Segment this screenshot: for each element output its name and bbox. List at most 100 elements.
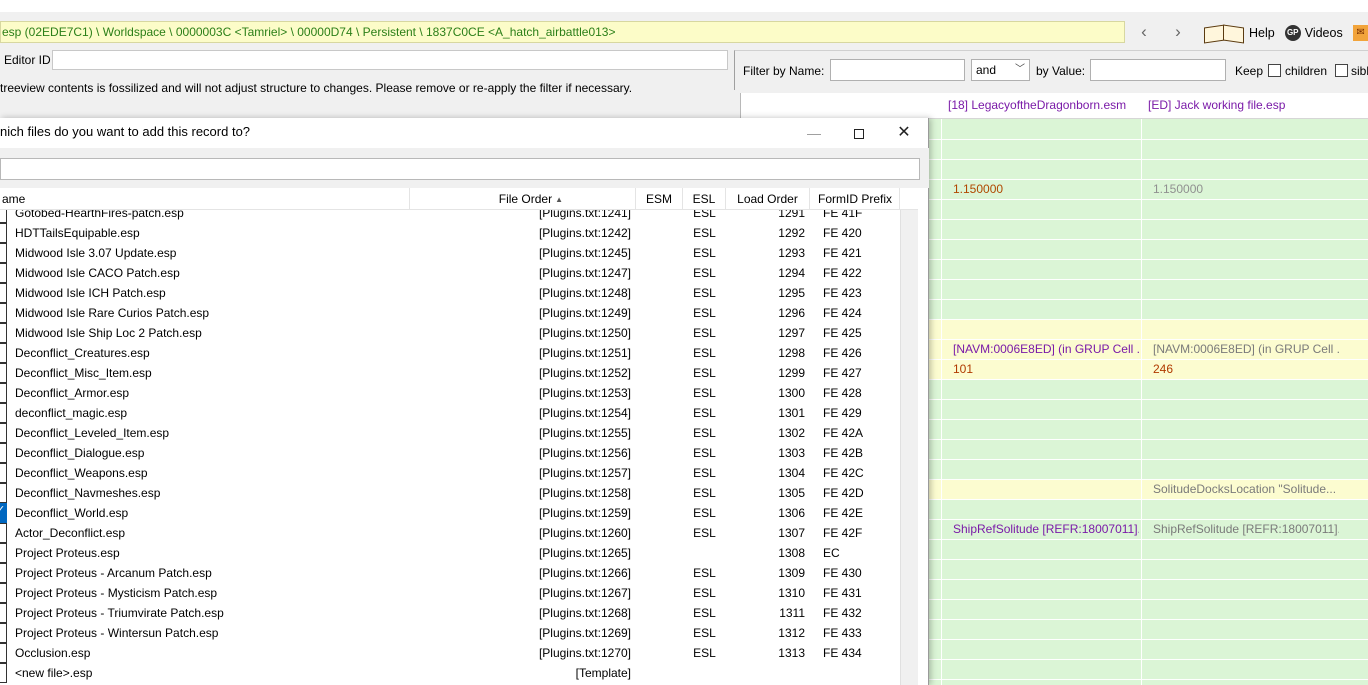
grid-cell[interactable]	[1153, 120, 1339, 139]
help-link[interactable]: Help	[1249, 26, 1275, 40]
vertical-scrollbar[interactable]	[900, 210, 918, 685]
list-item[interactable]: Deconflict_Weapons.esp [Plugins.txt:1257]…	[0, 463, 900, 483]
plugin-checkbox[interactable]	[0, 283, 7, 303]
grid-cell[interactable]: ShipRefSolitude [REFR:18007011]...	[1153, 520, 1339, 539]
grid-cell[interactable]	[953, 660, 1139, 679]
grid-cell[interactable]	[1153, 200, 1339, 219]
grid-cell[interactable]	[1153, 600, 1339, 619]
grid-cell[interactable]	[953, 120, 1139, 139]
grid-cell[interactable]	[953, 440, 1139, 459]
list-item[interactable]: Project Proteus.esp [Plugins.txt:1265] 130…	[0, 543, 900, 563]
list-item[interactable]: Deconflict_Armor.esp [Plugins.txt:1253] ES…	[0, 383, 900, 403]
filter-name-input[interactable]	[830, 59, 965, 81]
grid-cell[interactable]	[1153, 160, 1339, 179]
grid-cell[interactable]	[953, 160, 1139, 179]
grid-cell[interactable]	[1153, 380, 1339, 399]
minimize-button[interactable]: —	[792, 119, 836, 147]
list-item[interactable]: Actor_Deconflict.esp [Plugins.txt:1260] ES…	[0, 523, 900, 543]
plugin-checkbox[interactable]	[0, 263, 7, 283]
list-item[interactable]: Deconflict_Leveled_Item.esp [Plugins.txt:…	[0, 423, 900, 443]
plugin-checkbox[interactable]	[0, 563, 7, 583]
plugin-column-header[interactable]: [ED] Jack working file.esp	[1148, 98, 1285, 112]
grid-cell[interactable]	[1153, 500, 1339, 519]
list-item[interactable]: Midwood Isle 3.07 Update.esp [Plugins.txt…	[0, 243, 900, 263]
patreon-icon[interactable]: ✉	[1352, 25, 1368, 41]
plugin-checkbox[interactable]	[0, 543, 7, 563]
grid-cell[interactable]: [NAVM:0006E8ED] (in GRUP Cell ...	[1153, 340, 1339, 359]
plugin-checkbox[interactable]	[0, 603, 7, 623]
list-item[interactable]: Deconflict_Creatures.esp [Plugins.txt:125…	[0, 343, 900, 363]
plugin-checkbox[interactable]	[0, 463, 7, 483]
plugin-checkbox[interactable]	[0, 403, 7, 423]
plugin-checkbox[interactable]	[0, 523, 7, 543]
plugin-checkbox[interactable]	[0, 443, 7, 463]
list-item[interactable]: Midwood Isle ICH Patch.esp [Plugins.txt:1…	[0, 283, 900, 303]
grid-cell[interactable]	[953, 240, 1139, 259]
plugin-checkbox[interactable]	[0, 500, 7, 523]
plugin-checkbox[interactable]	[0, 243, 7, 263]
grid-cell[interactable]	[953, 480, 1139, 499]
list-item[interactable]: Deconflict_Navmeshes.esp [Plugins.txt:125…	[0, 483, 900, 503]
editor-id-input[interactable]	[52, 50, 728, 70]
column-header-esm[interactable]: ESM	[636, 188, 683, 210]
grid-cell[interactable]	[1153, 460, 1339, 479]
grid-cell[interactable]	[953, 500, 1139, 519]
grid-cell[interactable]	[1153, 300, 1339, 319]
column-header-file-order[interactable]: File Order ▲	[410, 188, 636, 210]
maximize-button[interactable]	[837, 119, 881, 147]
grid-cell[interactable]	[953, 540, 1139, 559]
plugin-checkbox[interactable]	[0, 363, 7, 383]
grid-cell[interactable]	[953, 300, 1139, 319]
list-item[interactable]: Deconflict_Dialogue.esp [Plugins.txt:1256…	[0, 443, 900, 463]
grid-cell[interactable]	[953, 620, 1139, 639]
grid-cell[interactable]: 101	[953, 360, 1139, 379]
column-header-load-order[interactable]: Load Order	[726, 188, 810, 210]
keep-children-checkbox[interactable]	[1268, 64, 1281, 77]
close-button[interactable]: ✕	[882, 119, 926, 147]
grid-cell[interactable]: [NAVM:0006E8ED] (in GRUP Cell ...	[953, 340, 1139, 359]
plugin-checkbox[interactable]	[0, 423, 7, 443]
plugin-checkbox[interactable]	[0, 343, 7, 363]
grid-cell[interactable]	[953, 640, 1139, 659]
record-path-bar[interactable]: esp (02EDE7C1) \ Worldspace \ 0000003C <…	[0, 21, 1125, 43]
grid-cell[interactable]	[1153, 280, 1339, 299]
dialog-filter-input[interactable]	[0, 158, 920, 180]
list-item[interactable]: Project Proteus - Mysticism Patch.esp [Pl…	[0, 583, 900, 603]
grid-cell[interactable]: SolitudeDocksLocation "Solitude...	[1153, 480, 1339, 499]
grid-cell[interactable]	[1153, 240, 1339, 259]
filter-value-input[interactable]	[1090, 59, 1226, 81]
grid-cell[interactable]	[1153, 560, 1339, 579]
grid-cell[interactable]	[953, 380, 1139, 399]
grid-cell[interactable]: ShipRefSolitude [REFR:18007011]...	[953, 520, 1139, 539]
grid-cell[interactable]	[1153, 140, 1339, 159]
gp-icon[interactable]: GP	[1284, 25, 1301, 41]
grid-cell[interactable]	[953, 420, 1139, 439]
filter-operator-select[interactable]: and ﹀	[971, 59, 1030, 81]
grid-cell[interactable]	[1153, 420, 1339, 439]
grid-cell[interactable]	[1153, 400, 1339, 419]
plugin-checkbox[interactable]	[0, 583, 7, 603]
grid-cell[interactable]: 1.150000	[1153, 180, 1339, 199]
plugin-checkbox[interactable]	[0, 383, 7, 403]
grid-cell[interactable]	[953, 320, 1139, 339]
grid-cell[interactable]	[953, 140, 1139, 159]
grid-cell[interactable]	[1153, 660, 1339, 679]
grid-cell[interactable]	[953, 280, 1139, 299]
grid-cell[interactable]	[1153, 220, 1339, 239]
column-header-name[interactable]: ame	[0, 188, 410, 210]
list-item[interactable]: Project Proteus - Triumvirate Patch.esp […	[0, 603, 900, 623]
grid-cell[interactable]	[953, 260, 1139, 279]
plugin-checkbox[interactable]	[0, 323, 7, 343]
grid-cell[interactable]	[1153, 320, 1339, 339]
forward-button[interactable]: ›	[1167, 22, 1189, 42]
list-item[interactable]: Project Proteus - Wintersun Patch.esp [Pl…	[0, 623, 900, 643]
grid-cell[interactable]	[953, 560, 1139, 579]
list-item[interactable]: Occlusion.esp [Plugins.txt:1270] ESL 1313 FE…	[0, 643, 900, 663]
grid-cell[interactable]	[1153, 580, 1339, 599]
grid-cell[interactable]	[953, 580, 1139, 599]
grid-cell[interactable]	[1153, 440, 1339, 459]
list-item[interactable]: Project Proteus - Arcanum Patch.esp [Plug…	[0, 563, 900, 583]
grid-cell[interactable]	[953, 460, 1139, 479]
list-item[interactable]: Midwood Isle Rare Curios Patch.esp [Plugi…	[0, 303, 900, 323]
list-item[interactable]: deconflict_magic.esp [Plugins.txt:1254] ES…	[0, 403, 900, 423]
